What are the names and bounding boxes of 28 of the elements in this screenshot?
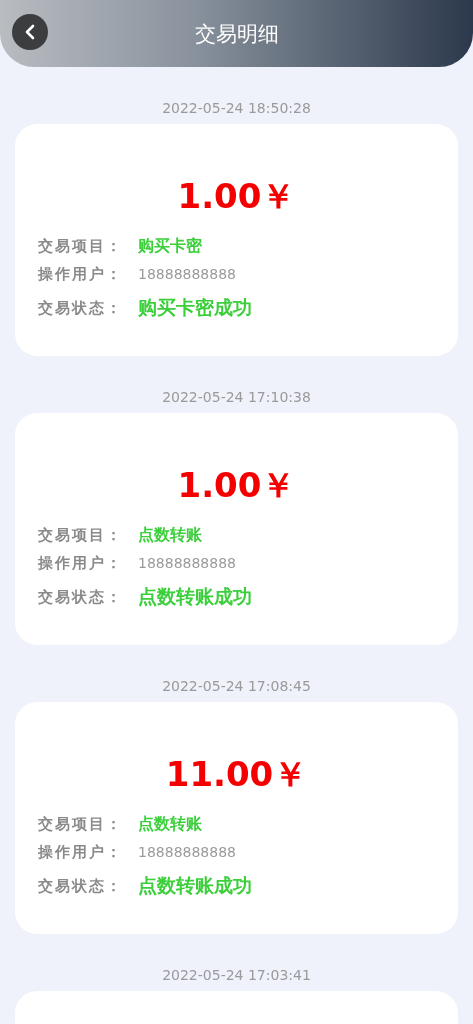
transaction-status: 购买卡密成功 <box>138 295 252 320</box>
field-label: 交易项目： <box>38 236 124 256</box>
back-button[interactable] <box>12 14 48 50</box>
transaction-item: 点数转账 <box>138 524 202 546</box>
field-label: 操作用户： <box>38 264 124 284</box>
field-label: 交易项目： <box>38 814 124 834</box>
field-label: 交易状态： <box>38 298 124 318</box>
transaction-time: 2022-05-24 17:10:38 <box>161 389 312 405</box>
field-label: 交易状态： <box>38 876 124 896</box>
chevron-left-icon <box>24 24 36 40</box>
field-label: 操作用户： <box>38 842 124 862</box>
amount: 11.00￥ <box>164 753 309 796</box>
transaction-status: 点数转账成功 <box>138 584 252 609</box>
field-label: 交易状态： <box>38 587 124 607</box>
transaction-time: 2022-05-24 17:08:45 <box>161 678 312 694</box>
transaction-time: 2022-05-24 18:50:28 <box>161 100 312 116</box>
transaction-item: 点数转账 <box>138 813 202 835</box>
user-phone: 18888888888 <box>138 844 236 860</box>
amount: 1.00￥ <box>176 175 297 218</box>
transaction-time: 2022-05-24 17:03:41 <box>161 967 312 983</box>
amount: 1.00￥ <box>176 464 297 507</box>
field-label: 操作用户： <box>38 553 124 573</box>
user-phone: 18888888888 <box>138 555 236 571</box>
page-title: 交易明细 <box>194 20 279 48</box>
user-phone: 18888888888 <box>138 266 236 282</box>
transaction-status: 点数转账成功 <box>138 873 252 898</box>
field-label: 交易项目： <box>38 525 124 545</box>
transaction-item: 购买卡密 <box>138 235 202 257</box>
